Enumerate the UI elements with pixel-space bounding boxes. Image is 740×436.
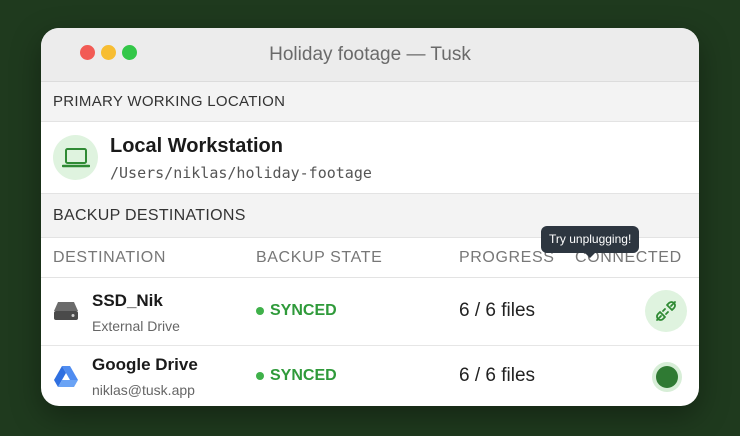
progress-text: 6 / 6 files — [459, 300, 536, 321]
table-row[interactable]: Google Drive niklas@tusk.app SYNCED 6 / … — [41, 346, 699, 406]
connected-status-dot — [656, 366, 678, 388]
destination-name: Google Drive — [92, 355, 198, 374]
column-header-backup-state: BACKUP STATE — [256, 249, 383, 266]
backup-state: SYNCED — [256, 367, 337, 385]
destination-subtitle: niklas@tusk.app — [92, 382, 195, 398]
backup-state-label: SYNCED — [270, 302, 337, 319]
unplug-icon — [656, 301, 676, 321]
title-bar: Holiday footage — Tusk — [41, 28, 699, 82]
laptop-icon — [53, 135, 98, 180]
backup-state-label: SYNCED — [270, 367, 337, 384]
destination-name: SSD_Nik — [92, 291, 163, 310]
column-header-progress: PROGRESS — [459, 249, 555, 266]
window-title: Holiday footage — Tusk — [269, 44, 471, 65]
backup-state: SYNCED — [256, 302, 337, 320]
progress-text: 6 / 6 files — [459, 365, 536, 386]
primary-section-header: PRIMARY WORKING LOCATION — [41, 82, 699, 122]
primary-location-row[interactable]: Local Workstation /Users/niklas/holiday-… — [41, 122, 699, 194]
unplug-button[interactable] — [645, 290, 687, 332]
google-drive-icon — [53, 365, 79, 394]
destination-subtitle: External Drive — [92, 318, 180, 334]
external-drive-icon — [53, 300, 79, 327]
status-dot-icon — [256, 372, 264, 380]
status-dot-icon — [256, 307, 264, 315]
table-row[interactable]: SSD_Nik External Drive SYNCED 6 / 6 file… — [41, 278, 699, 346]
primary-location-path: /Users/niklas/holiday-footage — [110, 164, 372, 182]
app-window: Holiday footage — Tusk PRIMARY WORKING L… — [41, 28, 699, 406]
unplug-tooltip: Try unplugging! — [541, 226, 640, 258]
column-header-destination: DESTINATION — [53, 249, 166, 266]
primary-location-name: Local Workstation — [110, 135, 283, 157]
